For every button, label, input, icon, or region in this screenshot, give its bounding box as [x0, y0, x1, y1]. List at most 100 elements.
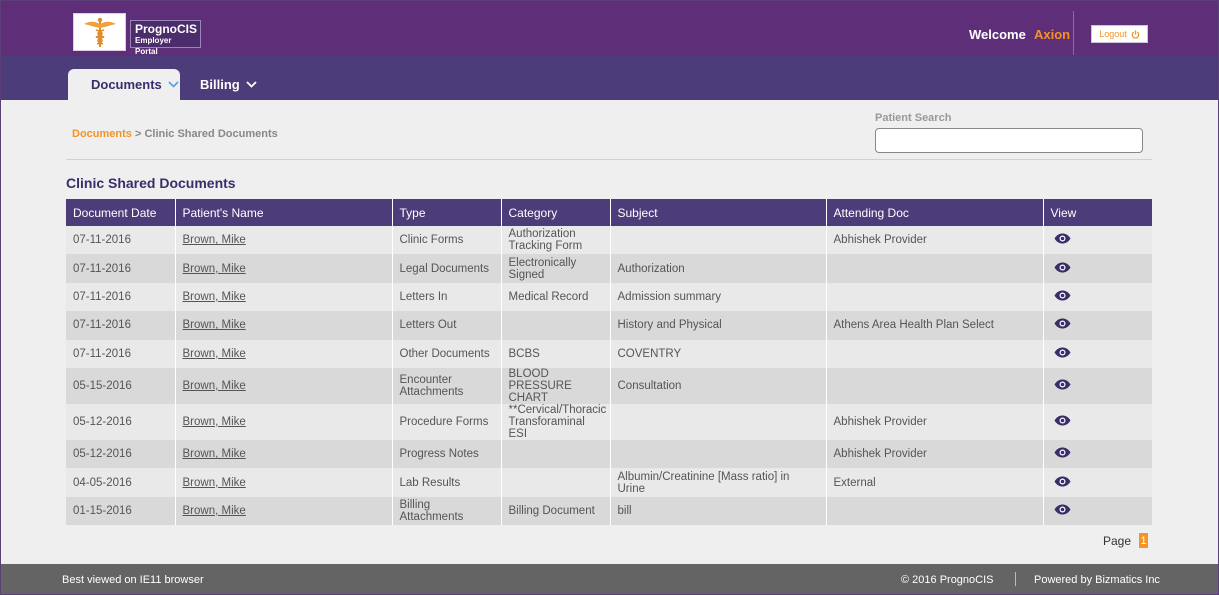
column-header-category[interactable]: Category — [501, 199, 611, 226]
tab-billing[interactable]: Billing — [200, 69, 257, 100]
cell-view — [1043, 254, 1152, 283]
tab-billing-label: Billing — [200, 77, 240, 92]
app-footer: Best viewed on IE11 browser © 2016 Progn… — [1, 564, 1218, 594]
cell-type: Legal Documents — [392, 254, 502, 283]
cell-type: Letters Out — [392, 311, 502, 340]
cell-view — [1043, 282, 1152, 312]
cell-patient-name-link[interactable]: Brown, Mike — [175, 282, 393, 312]
cell-document-date: 01-15-2016 — [66, 496, 176, 526]
cell-patient-name-link[interactable]: Brown, Mike — [175, 311, 393, 340]
cell-attending-doc — [826, 339, 1044, 368]
cell-category: BLOOD PRESSURE CHART — [501, 367, 611, 404]
cell-subject: Admission summary — [610, 282, 827, 312]
column-header-attending-doc[interactable]: Attending Doc — [826, 199, 1044, 226]
eye-icon[interactable] — [1054, 476, 1071, 487]
footer-browser-note: Best viewed on IE11 browser — [62, 574, 204, 586]
pager-current-page[interactable]: 1 — [1139, 533, 1149, 548]
table-row: 05-12-2016 Brown, Mike Progress Notes Abhis… — [66, 439, 1152, 469]
cell-patient-name-link[interactable]: Brown, Mike — [175, 403, 393, 440]
eye-icon[interactable] — [1054, 504, 1071, 515]
cell-category — [501, 439, 611, 469]
cell-document-date: 05-12-2016 — [66, 403, 176, 440]
patient-search-label: Patient Search — [875, 112, 952, 124]
tab-documents-label: Documents — [91, 77, 162, 92]
table-row: 07-11-2016 Brown, Mike Letters In Medical R… — [66, 282, 1152, 312]
section-divider — [66, 159, 1152, 160]
eye-icon[interactable] — [1054, 379, 1071, 390]
breadcrumb-documents-link[interactable]: Documents — [72, 128, 132, 140]
brand-logo[interactable]: PrognoCIS Employer Portal — [73, 13, 201, 56]
column-header-subject[interactable]: Subject — [610, 199, 827, 226]
table-row: 07-11-2016 Brown, Mike Letters Out History … — [66, 311, 1152, 340]
footer-powered-by: Powered by Bizmatics Inc — [1034, 574, 1160, 586]
header-divider — [1073, 11, 1074, 55]
cell-type: Lab Results — [392, 468, 502, 497]
cell-subject: Albumin/Creatinine [Mass ratio] in Urine — [610, 468, 827, 497]
cell-document-date: 07-11-2016 — [66, 254, 176, 283]
column-header-patient-name[interactable]: Patient's Name — [175, 199, 393, 226]
cell-category: BCBS — [501, 339, 611, 368]
documents-table: Document Date Patient's Name Type Catego… — [66, 199, 1152, 526]
welcome-label: Welcome — [969, 27, 1026, 42]
table-row: 07-11-2016 Brown, Mike Clinic Forms Authori… — [66, 226, 1152, 255]
cell-patient-name-link[interactable]: Brown, Mike — [175, 439, 393, 469]
cell-patient-name-link[interactable]: Brown, Mike — [175, 367, 393, 404]
cell-subject: Authorization — [610, 254, 827, 283]
cell-subject — [610, 226, 827, 255]
table-row: 07-11-2016 Brown, Mike Legal Documents Elec… — [66, 254, 1152, 283]
brand-text: PrognoCIS Employer Portal — [130, 20, 201, 56]
cell-category — [501, 468, 611, 497]
cell-subject — [610, 439, 827, 469]
column-header-view: View — [1043, 199, 1152, 226]
cell-category — [501, 311, 611, 340]
cell-type: Procedure Forms — [392, 403, 502, 440]
eye-icon[interactable] — [1054, 415, 1071, 426]
pagination: Page 1 — [1103, 533, 1149, 548]
cell-attending-doc: Abhishek Provider — [826, 403, 1044, 440]
cell-document-date: 05-15-2016 — [66, 367, 176, 404]
cell-subject: History and Physical — [610, 311, 827, 340]
eye-icon[interactable] — [1054, 262, 1071, 273]
cell-attending-doc: Athens Area Health Plan Select — [826, 311, 1044, 340]
table-row: 04-05-2016 Brown, Mike Lab Results Albumin/… — [66, 468, 1152, 497]
tab-documents[interactable]: Documents — [68, 69, 180, 100]
eye-icon[interactable] — [1054, 318, 1071, 329]
eye-icon[interactable] — [1054, 347, 1071, 358]
patient-search-input[interactable] — [875, 128, 1143, 153]
cell-type: Billing Attachments — [392, 496, 502, 526]
eye-icon[interactable] — [1054, 447, 1071, 458]
logout-label: Logout — [1099, 29, 1127, 39]
table-header-row: Document Date Patient's Name Type Catego… — [66, 199, 1152, 226]
footer-copyright: © 2016 PrognoCIS — [901, 574, 994, 586]
chevron-down-icon — [168, 81, 179, 88]
pager-label: Page — [1103, 533, 1132, 548]
cell-view — [1043, 468, 1152, 497]
cell-subject — [610, 403, 827, 440]
logout-button[interactable]: Logout — [1091, 25, 1148, 43]
cell-category: Billing Document — [501, 496, 611, 526]
cell-attending-doc: Abhishek Provider — [826, 439, 1044, 469]
breadcrumb-current: Clinic Shared Documents — [144, 128, 278, 140]
cell-patient-name-link[interactable]: Brown, Mike — [175, 496, 393, 526]
table-row: 05-12-2016 Brown, Mike Procedure Forms **Ce… — [66, 403, 1152, 440]
cell-patient-name-link[interactable]: Brown, Mike — [175, 468, 393, 497]
eye-icon[interactable] — [1054, 290, 1071, 301]
cell-patient-name-link[interactable]: Brown, Mike — [175, 339, 393, 368]
cell-attending-doc — [826, 282, 1044, 312]
cell-type: Other Documents — [392, 339, 502, 368]
column-header-document-date[interactable]: Document Date — [66, 199, 176, 226]
cell-document-date: 04-05-2016 — [66, 468, 176, 497]
cell-category: Medical Record — [501, 282, 611, 312]
cell-document-date: 07-11-2016 — [66, 226, 176, 255]
cell-patient-name-link[interactable]: Brown, Mike — [175, 226, 393, 255]
cell-patient-name-link[interactable]: Brown, Mike — [175, 254, 393, 283]
power-icon — [1131, 29, 1140, 39]
cell-view — [1043, 339, 1152, 368]
chevron-down-icon — [246, 81, 257, 88]
cell-document-date: 05-12-2016 — [66, 439, 176, 469]
cell-attending-doc: Abhishek Provider — [826, 226, 1044, 255]
breadcrumb: Documents > Clinic Shared Documents — [72, 128, 278, 140]
app-header: PrognoCIS Employer Portal Welcome Axion … — [1, 1, 1218, 56]
column-header-type[interactable]: Type — [392, 199, 502, 226]
eye-icon[interactable] — [1054, 233, 1071, 244]
